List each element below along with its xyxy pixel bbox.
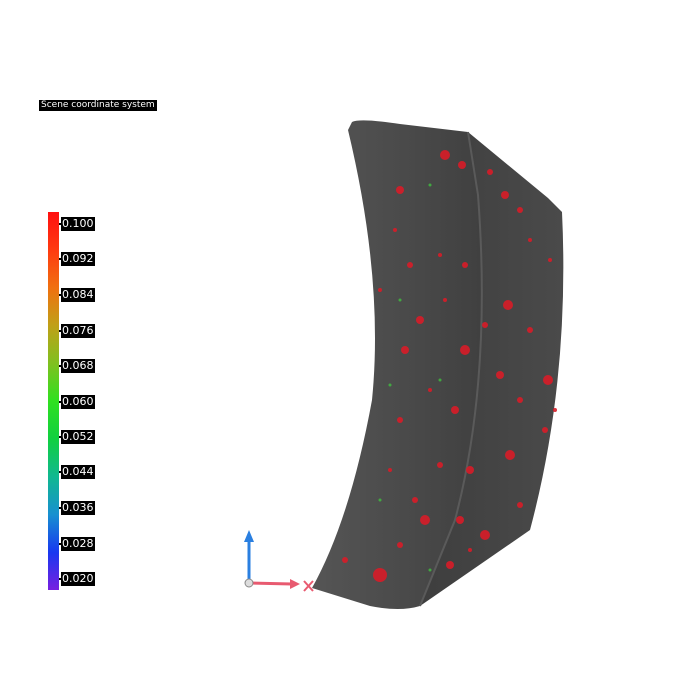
z-axis-arrowhead	[244, 530, 254, 542]
axis-triad	[244, 530, 314, 592]
3d-viewport[interactable]: Scene coordinate system 0.100 0.092 0.08…	[0, 0, 690, 690]
x-axis-arrow-icon	[248, 581, 293, 586]
x-axis-arrowhead	[290, 579, 300, 589]
curved-specimen-model[interactable]	[0, 0, 690, 690]
x-marker-icon	[303, 580, 314, 592]
axis-origin	[244, 578, 254, 588]
